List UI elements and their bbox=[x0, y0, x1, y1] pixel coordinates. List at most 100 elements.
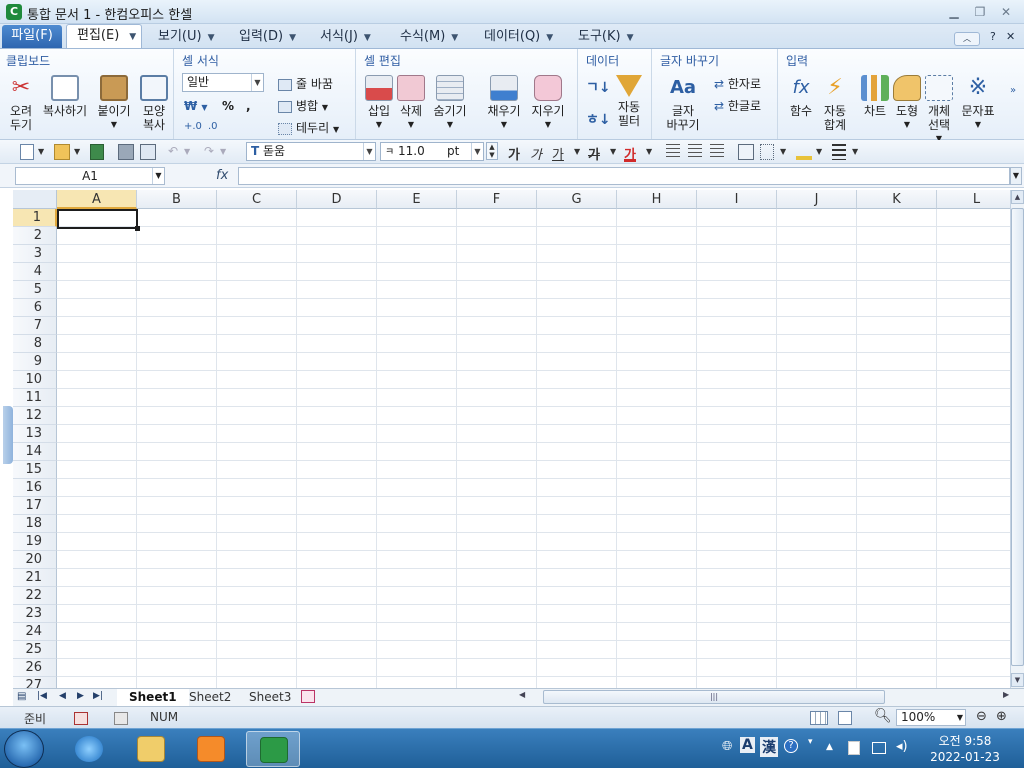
sheet-tab-3[interactable]: Sheet3 bbox=[237, 689, 303, 706]
new-document-icon[interactable] bbox=[20, 144, 34, 160]
row-header-21[interactable]: 21 bbox=[13, 569, 57, 587]
column-header-i[interactable]: I bbox=[697, 190, 777, 209]
row-header-13[interactable]: 13 bbox=[13, 425, 57, 443]
print-preview-icon[interactable] bbox=[140, 144, 156, 160]
function-button[interactable]: fx 함수 bbox=[786, 75, 816, 118]
undo-icon[interactable]: ↶ bbox=[168, 144, 178, 160]
row-header-17[interactable]: 17 bbox=[13, 497, 57, 515]
zoom-out-icon[interactable]: ⊖ bbox=[976, 709, 987, 724]
column-header-j[interactable]: J bbox=[777, 190, 857, 209]
sheet-tab-2[interactable]: Sheet2 bbox=[177, 689, 243, 706]
first-sheet-icon[interactable]: |◀ bbox=[37, 691, 47, 701]
column-header-d[interactable]: D bbox=[297, 190, 377, 209]
column-header-f[interactable]: F bbox=[457, 190, 537, 209]
merge-button[interactable]: 병합 ▼ bbox=[278, 97, 328, 114]
delete-button[interactable]: 삭제 ▼ bbox=[396, 75, 426, 132]
shape-button[interactable]: 도형 ▼ bbox=[892, 75, 922, 132]
menu-formula[interactable]: 수식(M) ▼ bbox=[400, 28, 458, 46]
row-header-5[interactable]: 5 bbox=[13, 281, 57, 299]
page-view-icon[interactable] bbox=[838, 711, 852, 725]
font-size-spinner[interactable]: ▲ ▼ bbox=[486, 142, 498, 160]
chevron-down-icon[interactable]: ▼ bbox=[610, 147, 616, 163]
menu-edit[interactable]: 편집(E) ▼ bbox=[66, 24, 142, 49]
row-header-7[interactable]: 7 bbox=[13, 317, 57, 335]
taskbar-ie[interactable] bbox=[62, 731, 116, 767]
row-header-11[interactable]: 11 bbox=[13, 389, 57, 407]
vertical-scrollbar[interactable]: ▲ ▼ bbox=[1010, 190, 1024, 688]
border-button[interactable]: 테두리 ▼ bbox=[278, 119, 339, 136]
row-header-12[interactable]: 12 bbox=[13, 407, 57, 425]
row-header-20[interactable]: 20 bbox=[13, 551, 57, 569]
underline-button[interactable]: 가 bbox=[552, 144, 564, 163]
char-change-button[interactable]: Aa 글자 바꾸기 bbox=[660, 75, 706, 132]
column-header-b[interactable]: B bbox=[137, 190, 217, 209]
to-hangul-button[interactable]: ⇄ 한글로 bbox=[714, 97, 761, 114]
last-sheet-icon[interactable]: ▶| bbox=[93, 691, 103, 701]
strikethrough-button[interactable]: 가 bbox=[588, 144, 600, 163]
sheet-list-icon[interactable]: ▤ bbox=[17, 691, 26, 702]
paste-button[interactable]: 붙이기 ▼ bbox=[94, 75, 134, 132]
menu-input[interactable]: 입력(D) ▼ bbox=[239, 28, 296, 46]
font-color-button[interactable]: 가 bbox=[624, 144, 636, 163]
chevron-down-icon[interactable]: ▼ bbox=[74, 147, 80, 163]
action-center-icon[interactable] bbox=[848, 741, 860, 755]
to-hanja-button[interactable]: ⇄ 한자로 bbox=[714, 75, 761, 92]
language-bar-icon[interactable]: 🌐︎ bbox=[722, 739, 732, 754]
row-header-19[interactable]: 19 bbox=[13, 533, 57, 551]
chevron-down-icon[interactable]: ▼ bbox=[574, 147, 580, 163]
app-icon[interactable]: C bbox=[6, 4, 22, 20]
fill-button[interactable]: 채우기 ▼ bbox=[484, 75, 524, 132]
select-object-button[interactable]: 개체 선택 ▼ bbox=[924, 75, 954, 146]
align-center-icon[interactable] bbox=[688, 144, 702, 160]
line-style-icon[interactable] bbox=[832, 144, 846, 160]
clock[interactable]: 오전 9:58 2022-01-23 bbox=[920, 733, 1010, 765]
chevron-down-icon[interactable]: ▼ bbox=[780, 147, 786, 163]
add-sheet-icon[interactable] bbox=[301, 690, 315, 703]
close-button[interactable]: ✕ bbox=[996, 4, 1016, 20]
column-header-c[interactable]: C bbox=[217, 190, 297, 209]
selected-cell[interactable] bbox=[57, 209, 140, 231]
row-header-22[interactable]: 22 bbox=[13, 587, 57, 605]
chevron-down-icon[interactable]: ▼ bbox=[646, 147, 652, 163]
chevron-down-icon[interactable]: ▼ bbox=[816, 147, 822, 163]
horizontal-scrollbar[interactable]: ◀ ||| ▶ bbox=[519, 689, 1015, 706]
percent-button[interactable]: % bbox=[222, 99, 234, 113]
sort-ascending-button[interactable]: ㄱ↓ bbox=[586, 77, 611, 97]
cell-area[interactable] bbox=[57, 209, 1010, 688]
column-header-a[interactable]: A bbox=[57, 190, 137, 209]
menu-format[interactable]: 서식(J) ▼ bbox=[320, 28, 371, 46]
row-header-15[interactable]: 15 bbox=[13, 461, 57, 479]
row-header-24[interactable]: 24 bbox=[13, 623, 57, 641]
chevron-down-icon[interactable]: ▼ bbox=[852, 147, 858, 163]
chevron-right-icon[interactable]: ▶ bbox=[1003, 690, 1009, 699]
column-header-l[interactable]: L bbox=[937, 190, 1010, 209]
zoom-icon[interactable]: 🔍︎ bbox=[874, 708, 892, 724]
copy-button[interactable]: 복사하기 bbox=[40, 75, 90, 118]
minimize-button[interactable]: ▁ bbox=[944, 4, 964, 20]
align-left-icon[interactable] bbox=[666, 144, 680, 160]
autosum-button[interactable]: ⚡ 자동 합계 bbox=[818, 75, 852, 132]
taskbar-hancell[interactable] bbox=[246, 731, 300, 767]
chevron-down-icon[interactable]: ▼ bbox=[184, 147, 190, 163]
font-size-input[interactable]: ㅋ 11.0 pt ▼ bbox=[380, 142, 484, 161]
save-icon[interactable] bbox=[90, 144, 104, 160]
increase-decimal-button[interactable]: +.0 bbox=[184, 121, 202, 132]
menu-data[interactable]: 데이터(Q) ▼ bbox=[484, 28, 553, 46]
side-panel-handle[interactable] bbox=[3, 406, 13, 464]
prev-sheet-icon[interactable]: ◀ bbox=[59, 691, 66, 701]
ribbon-collapse-button[interactable]: ︿ bbox=[954, 32, 980, 46]
font-select[interactable]: T 돋움 ▼ bbox=[246, 142, 376, 161]
chevron-down-icon[interactable]: ▼ bbox=[38, 147, 44, 163]
italic-button[interactable]: 가 bbox=[530, 144, 542, 163]
help-icon[interactable]: ? bbox=[784, 739, 798, 753]
ribbon-more-icon[interactable]: » bbox=[1010, 85, 1016, 96]
row-header-25[interactable]: 25 bbox=[13, 641, 57, 659]
function-icon[interactable]: fx bbox=[216, 168, 228, 183]
menu-tools[interactable]: 도구(K) ▼ bbox=[578, 28, 634, 46]
currency-button[interactable]: ₩ ▼ bbox=[184, 99, 208, 113]
name-box[interactable]: A1 ▼ bbox=[15, 167, 165, 185]
taskbar-media-player[interactable] bbox=[184, 731, 238, 767]
column-header-g[interactable]: G bbox=[537, 190, 617, 209]
network-icon[interactable] bbox=[872, 742, 886, 754]
format-copy-button[interactable]: 모양 복사 bbox=[138, 75, 170, 132]
